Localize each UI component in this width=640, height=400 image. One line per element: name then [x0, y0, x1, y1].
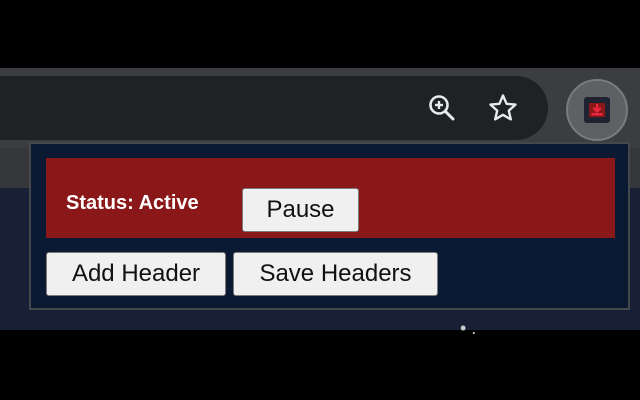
download-icon [584, 97, 610, 123]
address-bar[interactable] [0, 76, 548, 140]
status-bar: Status: Active Pause [46, 158, 615, 238]
status-label: Status: Active [66, 192, 199, 214]
pause-button[interactable]: Pause [242, 188, 359, 232]
page-text-fragment: • . [460, 318, 477, 338]
extension-popup: Status: Active Pause Add Header Save Hea… [29, 142, 630, 310]
add-header-button[interactable]: Add Header [46, 252, 226, 296]
star-icon[interactable] [487, 92, 519, 124]
extension-button[interactable] [566, 79, 628, 141]
save-headers-button[interactable]: Save Headers [233, 252, 438, 296]
zoom-in-icon[interactable] [426, 92, 458, 124]
